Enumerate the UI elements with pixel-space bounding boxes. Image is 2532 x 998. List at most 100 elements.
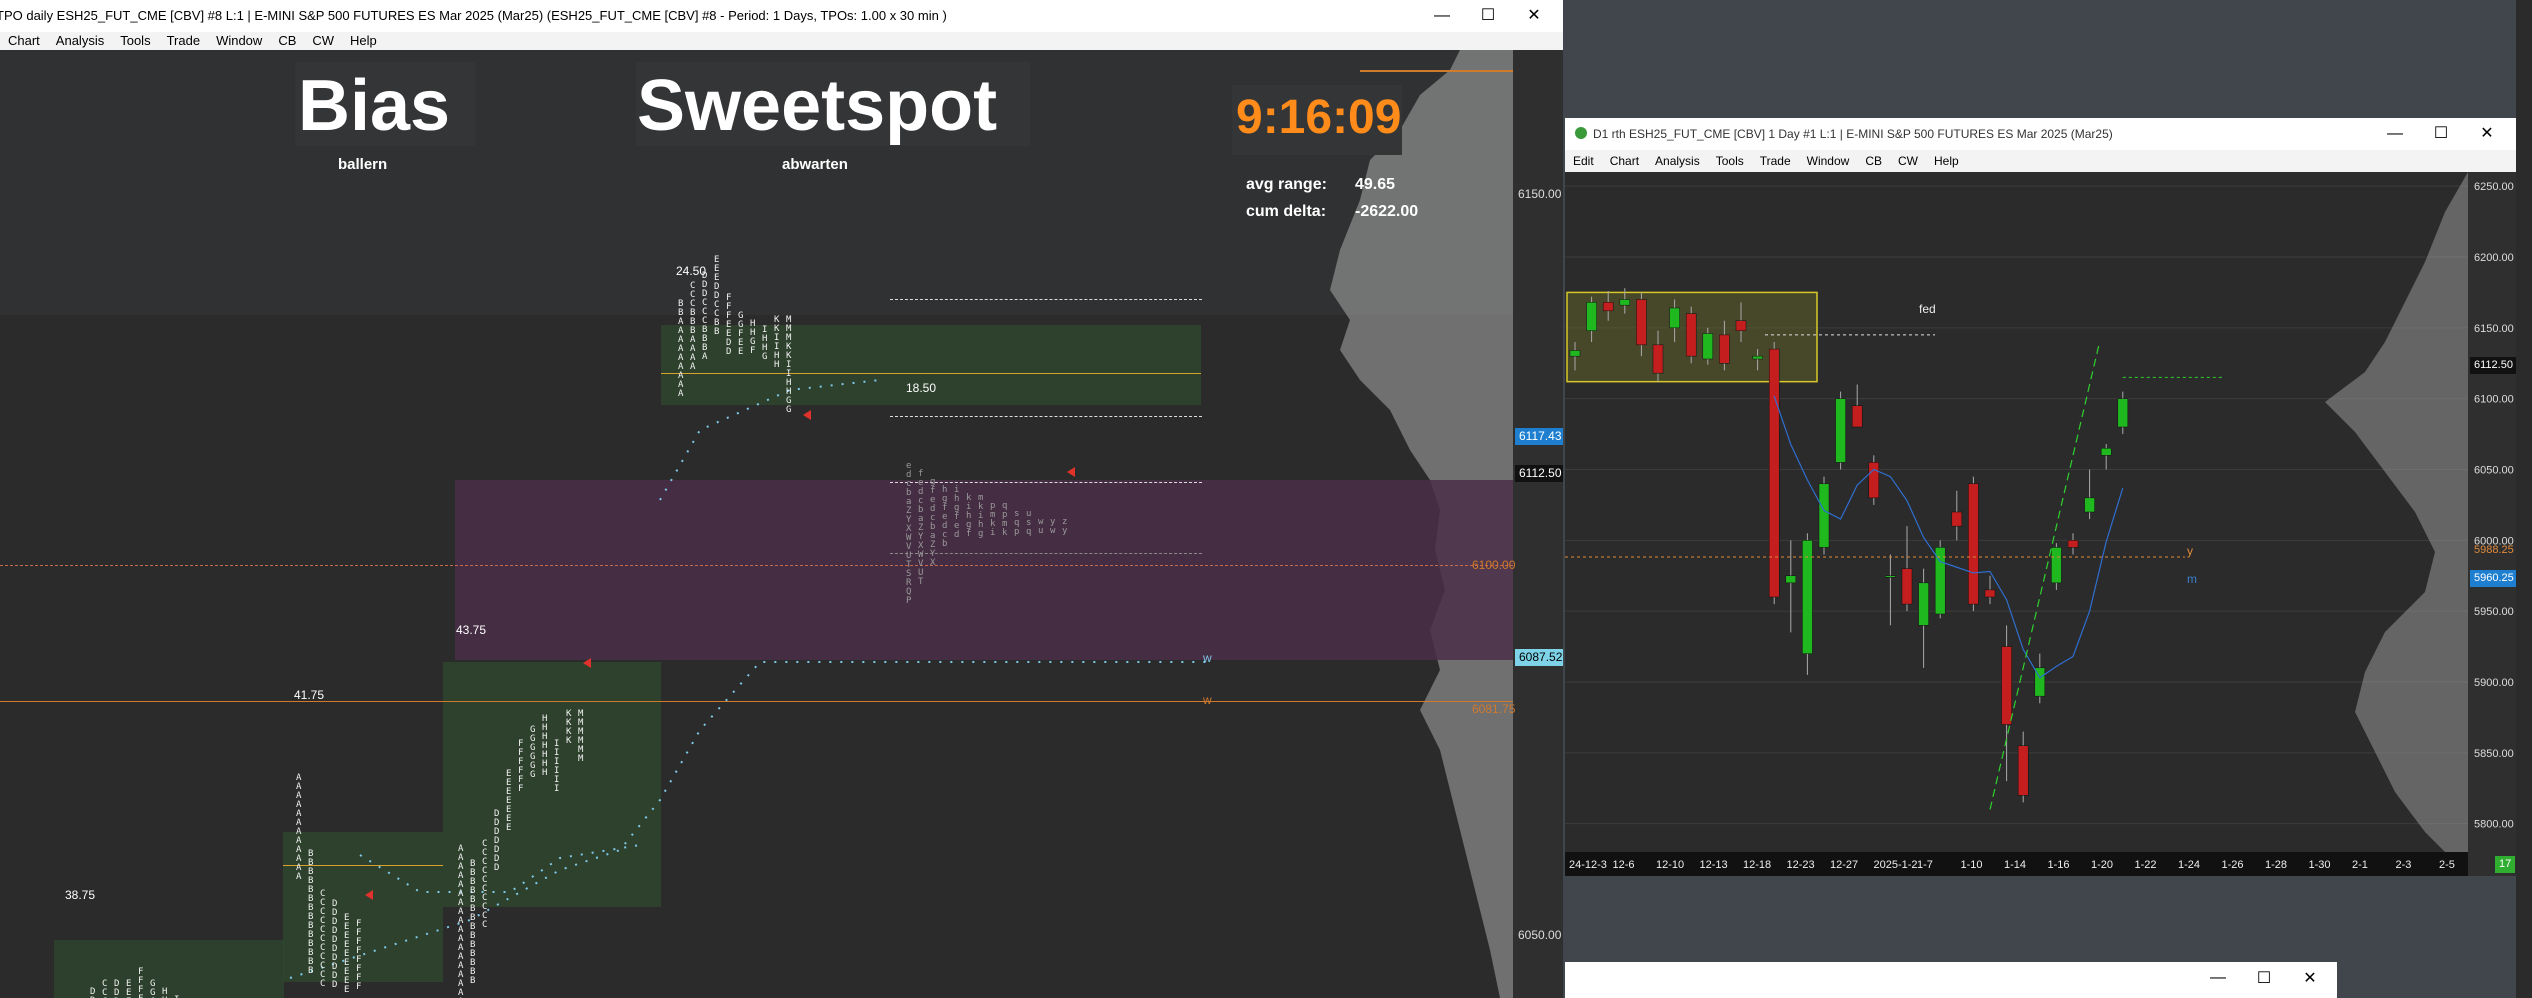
d1-app-icon xyxy=(1575,127,1587,139)
menu-cb[interactable]: CB xyxy=(1857,150,1890,172)
d1-title-bar[interactable]: D1 rth ESH25_FUT_CME [CBV] 1 Day #1 L:1 … xyxy=(1565,118,2516,150)
range-label: 38.75 xyxy=(65,888,96,902)
bottom-minimize-button[interactable]: — xyxy=(2195,962,2241,994)
edge-strip xyxy=(2516,0,2532,998)
menu-tools[interactable]: Tools xyxy=(112,32,158,50)
tpo-column: q p m k xyxy=(1002,501,1008,538)
bottom-close-button[interactable]: ✕ xyxy=(2287,962,2333,994)
y-tick-label: 6050.00 xyxy=(2474,465,2514,477)
d1-price-axis xyxy=(2468,172,2516,876)
tpo-column: H H xyxy=(162,987,168,998)
x-tick-label: 1-24 xyxy=(2178,859,2200,871)
d1-last-price-tag: 6112.50 xyxy=(2470,357,2516,374)
tpo-column: p m k i xyxy=(990,501,996,538)
annotation-fed: fed xyxy=(1919,302,1936,316)
tpo-column: E E E E E E E E E xyxy=(344,913,350,995)
candle-body xyxy=(1951,511,1963,527)
candle-body xyxy=(1885,575,1896,578)
d1-close-button[interactable]: ✕ xyxy=(2464,118,2510,150)
menu-tools[interactable]: Tools xyxy=(1708,150,1752,172)
x-tick-label: 12-18 xyxy=(1743,859,1771,871)
tpo-column: G G G G G G xyxy=(530,725,536,780)
tpo-close-button[interactable]: ✕ xyxy=(1511,0,1557,32)
tpo-column: e d c b a Z Y X W V U T S R Q P xyxy=(906,461,912,606)
tpo-column: B B A A A A A A A A A xyxy=(678,299,684,399)
tpo-column: B B B B B B B B B B B B B B xyxy=(470,859,476,986)
price-tag-6117: 6117.43 xyxy=(1515,428,1563,445)
bottom-maximize-button[interactable]: ☐ xyxy=(2241,962,2287,994)
tpo-column: h g f e d c b xyxy=(942,485,948,549)
menu-cw[interactable]: CW xyxy=(1890,150,1926,172)
tpo-chart-area[interactable]: Bias ballern Sweetspot abwarten 9:16:09 … xyxy=(0,50,1563,998)
x-tick-label: 2025-1-2 xyxy=(1874,859,1918,871)
tpo-column: y w xyxy=(1050,517,1056,536)
menu-edit[interactable]: Edit xyxy=(1565,150,1602,172)
tpo-column: K K I I H H xyxy=(774,315,780,370)
d1-y-price-tag: 5988.25 xyxy=(2474,544,2514,556)
tpo-column: E E E xyxy=(126,979,132,998)
tpo-column: H H H H H H H xyxy=(542,714,548,778)
menu-cb[interactable]: CB xyxy=(270,32,304,50)
y-tick-label: 5850.00 xyxy=(2474,748,2514,760)
menu-window[interactable]: Window xyxy=(1799,150,1858,172)
menu-cw[interactable]: CW xyxy=(304,32,342,50)
tpo-column: E E E D D C C B B xyxy=(714,255,720,337)
tpo-column: k i h g f xyxy=(966,493,972,539)
x-tick-label: 1-7 xyxy=(1917,859,1933,871)
candle-body xyxy=(2067,540,2079,548)
price-label-6050: 6050.00 xyxy=(1518,928,1562,942)
candlestick-chart: 6250.006200.006150.006100.006050.006000.… xyxy=(1565,172,2516,876)
x-tick-label: 1-26 xyxy=(2222,859,2244,871)
sweetspot-subtitle: abwarten xyxy=(782,156,848,173)
menu-help[interactable]: Help xyxy=(1926,150,1967,172)
candle-body xyxy=(1901,568,1913,605)
d1-maximize-button[interactable]: ☐ xyxy=(2418,118,2464,150)
tpo-column: D D D xyxy=(114,979,120,998)
candle-body xyxy=(2084,497,2095,513)
menu-analysis[interactable]: Analysis xyxy=(48,32,112,50)
d1-window: D1 rth ESH25_FUT_CME [CBV] 1 Day #1 L:1 … xyxy=(1565,118,2516,876)
tpo-column: C C C xyxy=(102,979,108,998)
bottom-caption-buttons: — ☐ ✕ xyxy=(2195,962,2333,994)
red-marker xyxy=(365,890,373,900)
y-tick-label: 6100.00 xyxy=(2474,394,2514,406)
menu-chart[interactable]: Chart xyxy=(1602,150,1647,172)
d1-menu-bar: Edit Chart Analysis Tools Trade Window C… xyxy=(1565,150,2516,172)
d1-chart-area[interactable]: 6250.00 6200.00 6150.00 6100.00 6050.00 6000.… xyxy=(1565,172,2516,876)
tpo-column: F F F E E D D xyxy=(726,293,732,357)
x-tick-label: 2-5 xyxy=(2439,859,2455,871)
range-label: 43.75 xyxy=(456,623,487,637)
price-tag-6087: 6087.52 xyxy=(1515,649,1563,666)
menu-analysis[interactable]: Analysis xyxy=(1647,150,1708,172)
tpo-column: f e d c b a Z Y X W V U T xyxy=(918,469,924,587)
candle-body xyxy=(1768,348,1780,598)
menu-chart[interactable]: Chart xyxy=(0,32,48,50)
tpo-column: z y xyxy=(1062,517,1068,536)
menu-help[interactable]: Help xyxy=(342,32,385,50)
tpo-title-bar[interactable]: TPO daily ESH25_FUT_CME [CBV] #8 L:1 | E… xyxy=(0,0,1563,32)
tpo-column: B B B B B B B B B B B B B B xyxy=(308,849,314,976)
x-tick-label: 2-3 xyxy=(2396,859,2412,871)
tpo-column: I H H G xyxy=(762,325,768,362)
tpo-minimize-button[interactable]: — xyxy=(1419,0,1465,32)
tpo-maximize-button[interactable]: ☐ xyxy=(1465,0,1511,32)
tpo-caption-buttons: — ☐ ✕ xyxy=(1419,0,1557,32)
menu-trade[interactable]: Trade xyxy=(159,32,208,50)
avg-range-label: avg range: xyxy=(1246,176,1327,193)
sweetspot-title: Sweetspot xyxy=(637,66,998,146)
menu-window[interactable]: Window xyxy=(208,32,270,50)
avg-range-value: 49.65 xyxy=(1355,176,1396,193)
candle-body xyxy=(1984,589,1996,598)
d1-minimize-button[interactable]: — xyxy=(2372,118,2418,150)
x-tick-label: 1-16 xyxy=(2048,859,2070,871)
candle-body xyxy=(2017,745,2029,796)
line-mark-w: w xyxy=(1203,693,1212,707)
candle-body xyxy=(1619,299,1631,306)
x-tick-label: 1-14 xyxy=(2004,859,2026,871)
x-tick-label: 12-23 xyxy=(1787,859,1815,871)
tpo-column: w u xyxy=(1038,517,1044,536)
red-marker xyxy=(583,658,591,668)
tpo-column: H H G F xyxy=(750,319,756,356)
menu-trade[interactable]: Trade xyxy=(1752,150,1799,172)
candle-body xyxy=(1719,334,1730,364)
